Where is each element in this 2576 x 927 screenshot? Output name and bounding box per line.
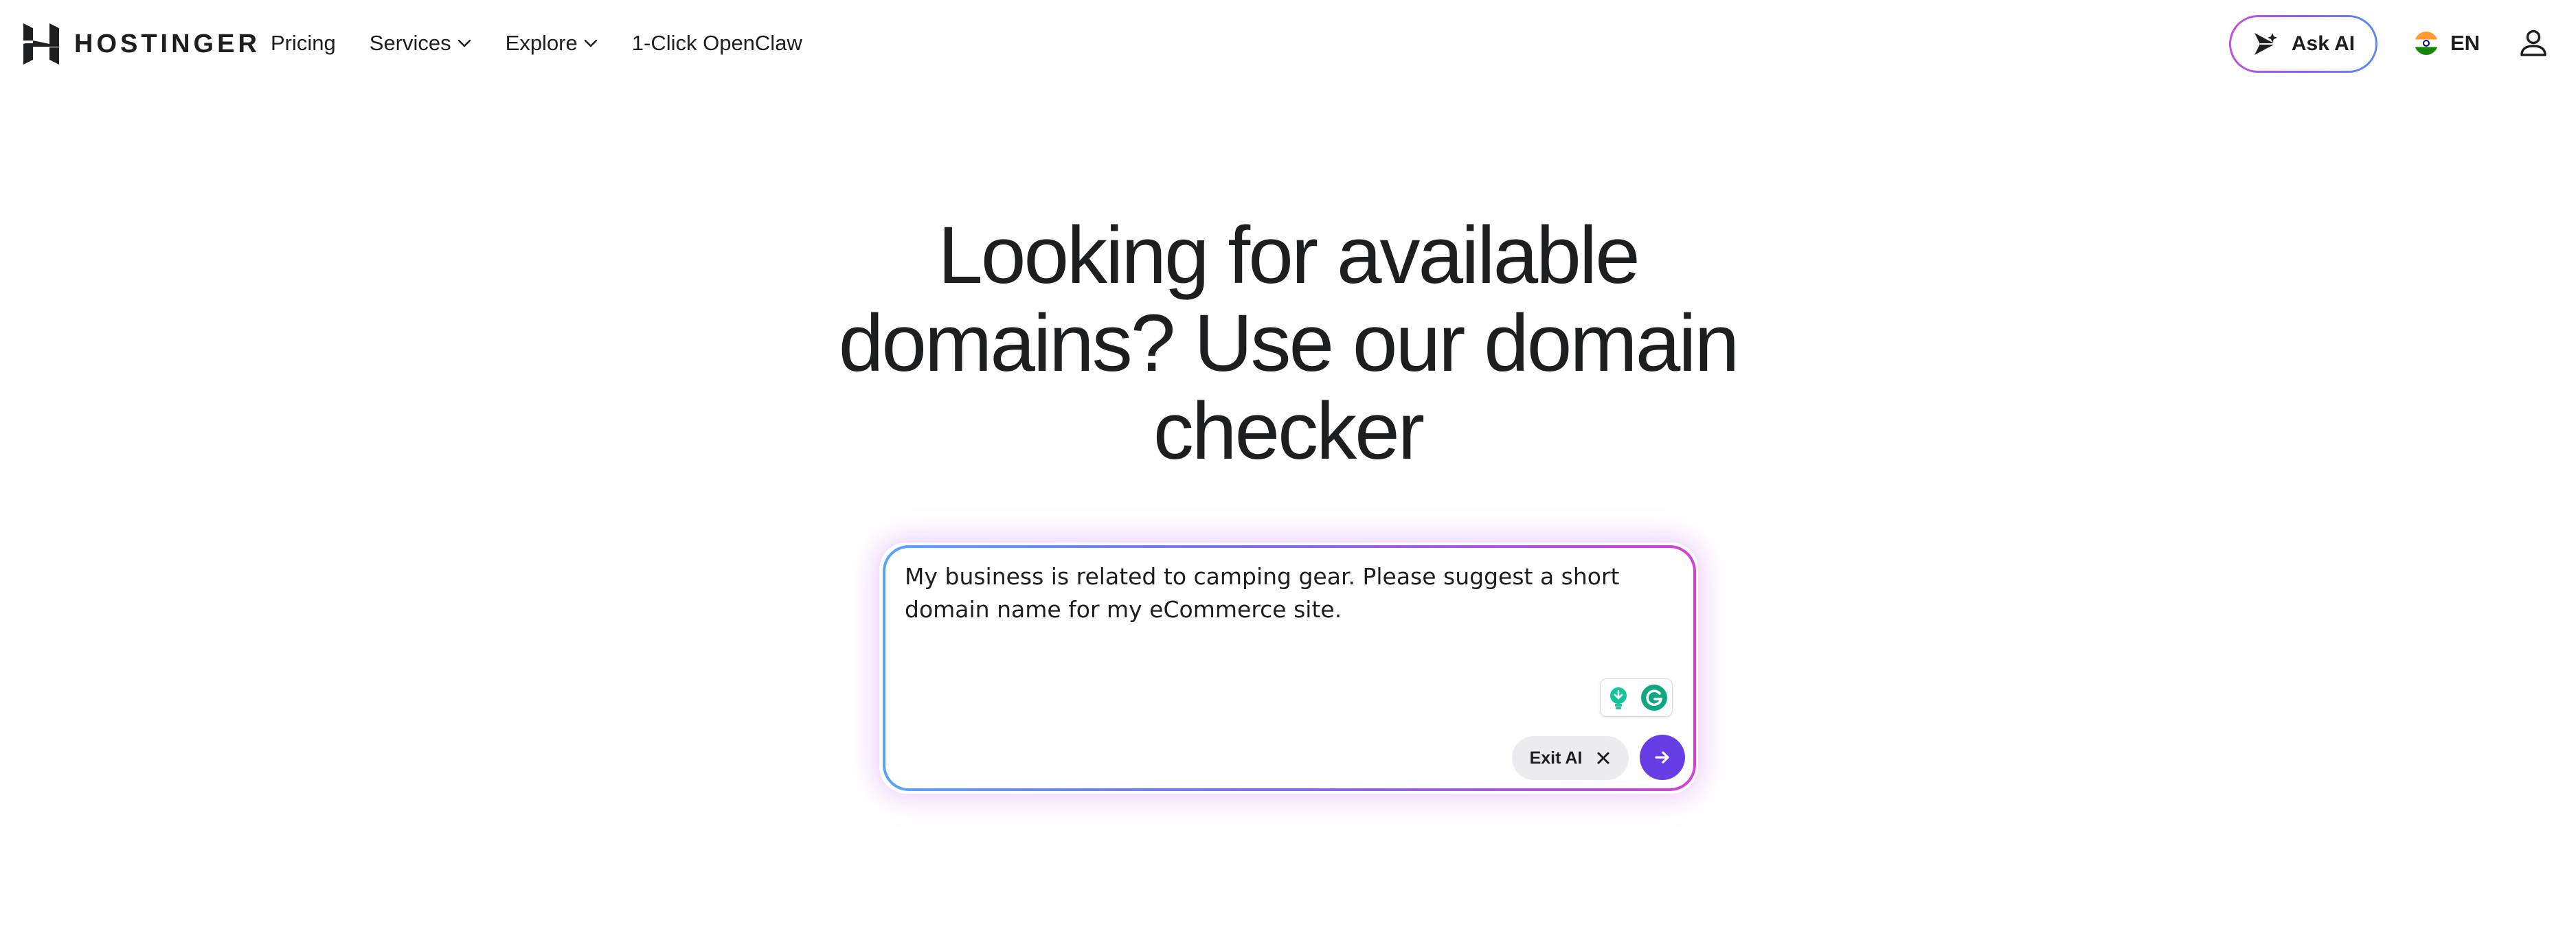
site-header: HOSTINGER Pricing Services Explore 1-Cli… xyxy=(0,0,2576,86)
ask-ai-button[interactable]: Ask AI xyxy=(2229,15,2377,73)
sparkle-icon xyxy=(2254,33,2277,55)
chevron-down-icon xyxy=(457,39,471,47)
nav-item-label: Pricing xyxy=(271,31,336,55)
close-icon xyxy=(1597,752,1609,764)
exit-ai-button[interactable]: Exit AI xyxy=(1512,736,1629,780)
lightbulb-icon xyxy=(1610,687,1627,709)
submit-prompt-button[interactable] xyxy=(1640,735,1685,780)
grammarly-icon xyxy=(1641,685,1667,711)
logo-text: HOSTINGER xyxy=(74,30,260,58)
nav-item-services[interactable]: Services xyxy=(370,31,472,56)
nav-item-openclaw[interactable]: 1-Click OpenClaw xyxy=(632,31,802,56)
page-title: Looking for available domains? Use our d… xyxy=(838,210,1739,477)
hostinger-logo-icon xyxy=(23,23,59,65)
main-nav: Pricing Services Explore 1-Click OpenCla… xyxy=(271,26,836,60)
nav-item-label: Services xyxy=(369,31,451,55)
nav-item-pricing[interactable]: Pricing xyxy=(271,31,336,56)
hostinger-logo[interactable]: HOSTINGER xyxy=(23,23,260,65)
ai-prompt-input[interactable]: My business is related to camping gear. … xyxy=(905,560,1647,626)
nav-item-label: Explore xyxy=(505,31,578,55)
ask-ai-label: Ask AI xyxy=(2291,32,2355,55)
chevron-down-icon xyxy=(584,39,598,47)
writing-extension-widget[interactable] xyxy=(1600,678,1673,717)
ai-domain-search-box: My business is related to camping gear. … xyxy=(883,545,1696,791)
language-selector[interactable]: EN xyxy=(2415,27,2480,59)
ai-domain-search-inner: My business is related to camping gear. … xyxy=(885,548,1693,788)
nav-item-label: 1-Click OpenClaw xyxy=(631,31,802,55)
nav-item-explore[interactable]: Explore xyxy=(506,31,598,56)
ask-ai-button-inner: Ask AI xyxy=(2231,17,2375,71)
exit-ai-label: Exit AI xyxy=(1529,748,1583,768)
user-icon[interactable] xyxy=(2518,27,2549,59)
arrow-right-icon xyxy=(1655,751,1669,764)
india-flag-icon xyxy=(2415,32,2438,55)
language-label: EN xyxy=(2450,31,2481,55)
